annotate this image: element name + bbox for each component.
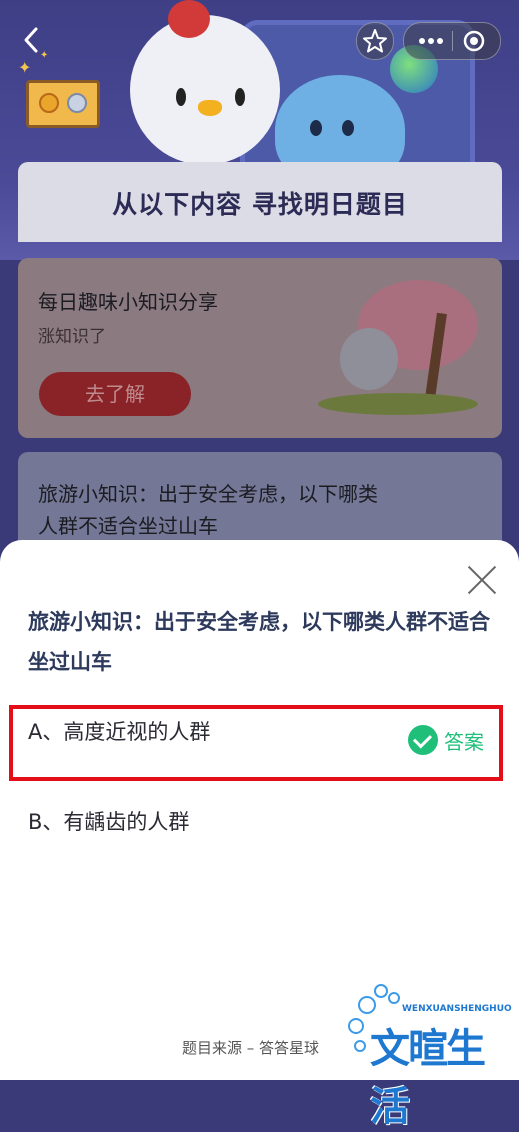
bubble-icon [388,992,400,1004]
watermark-text: 文暄生活 [370,1026,486,1130]
bubble-icon [354,1040,366,1052]
answer-label: 答案 [444,730,484,754]
close-button[interactable] [466,564,498,596]
watermark-logo: WENXUANSHENGHUO 文暄生活 [344,982,514,1130]
bubble-icon [348,1018,364,1034]
question-text: 旅游小知识：出于安全考虑，以下哪类人群不适合坐过山车 [28,610,490,674]
watermark-subtext: WENXUANSHENGHUO [402,1004,512,1014]
option-b[interactable]: B、有龋齿的人群 [28,806,490,836]
bubble-icon [374,984,388,998]
bubble-icon [358,996,376,1014]
check-circle-icon [408,725,438,755]
question-source: 题目来源 – 答答星球 [182,1039,320,1057]
